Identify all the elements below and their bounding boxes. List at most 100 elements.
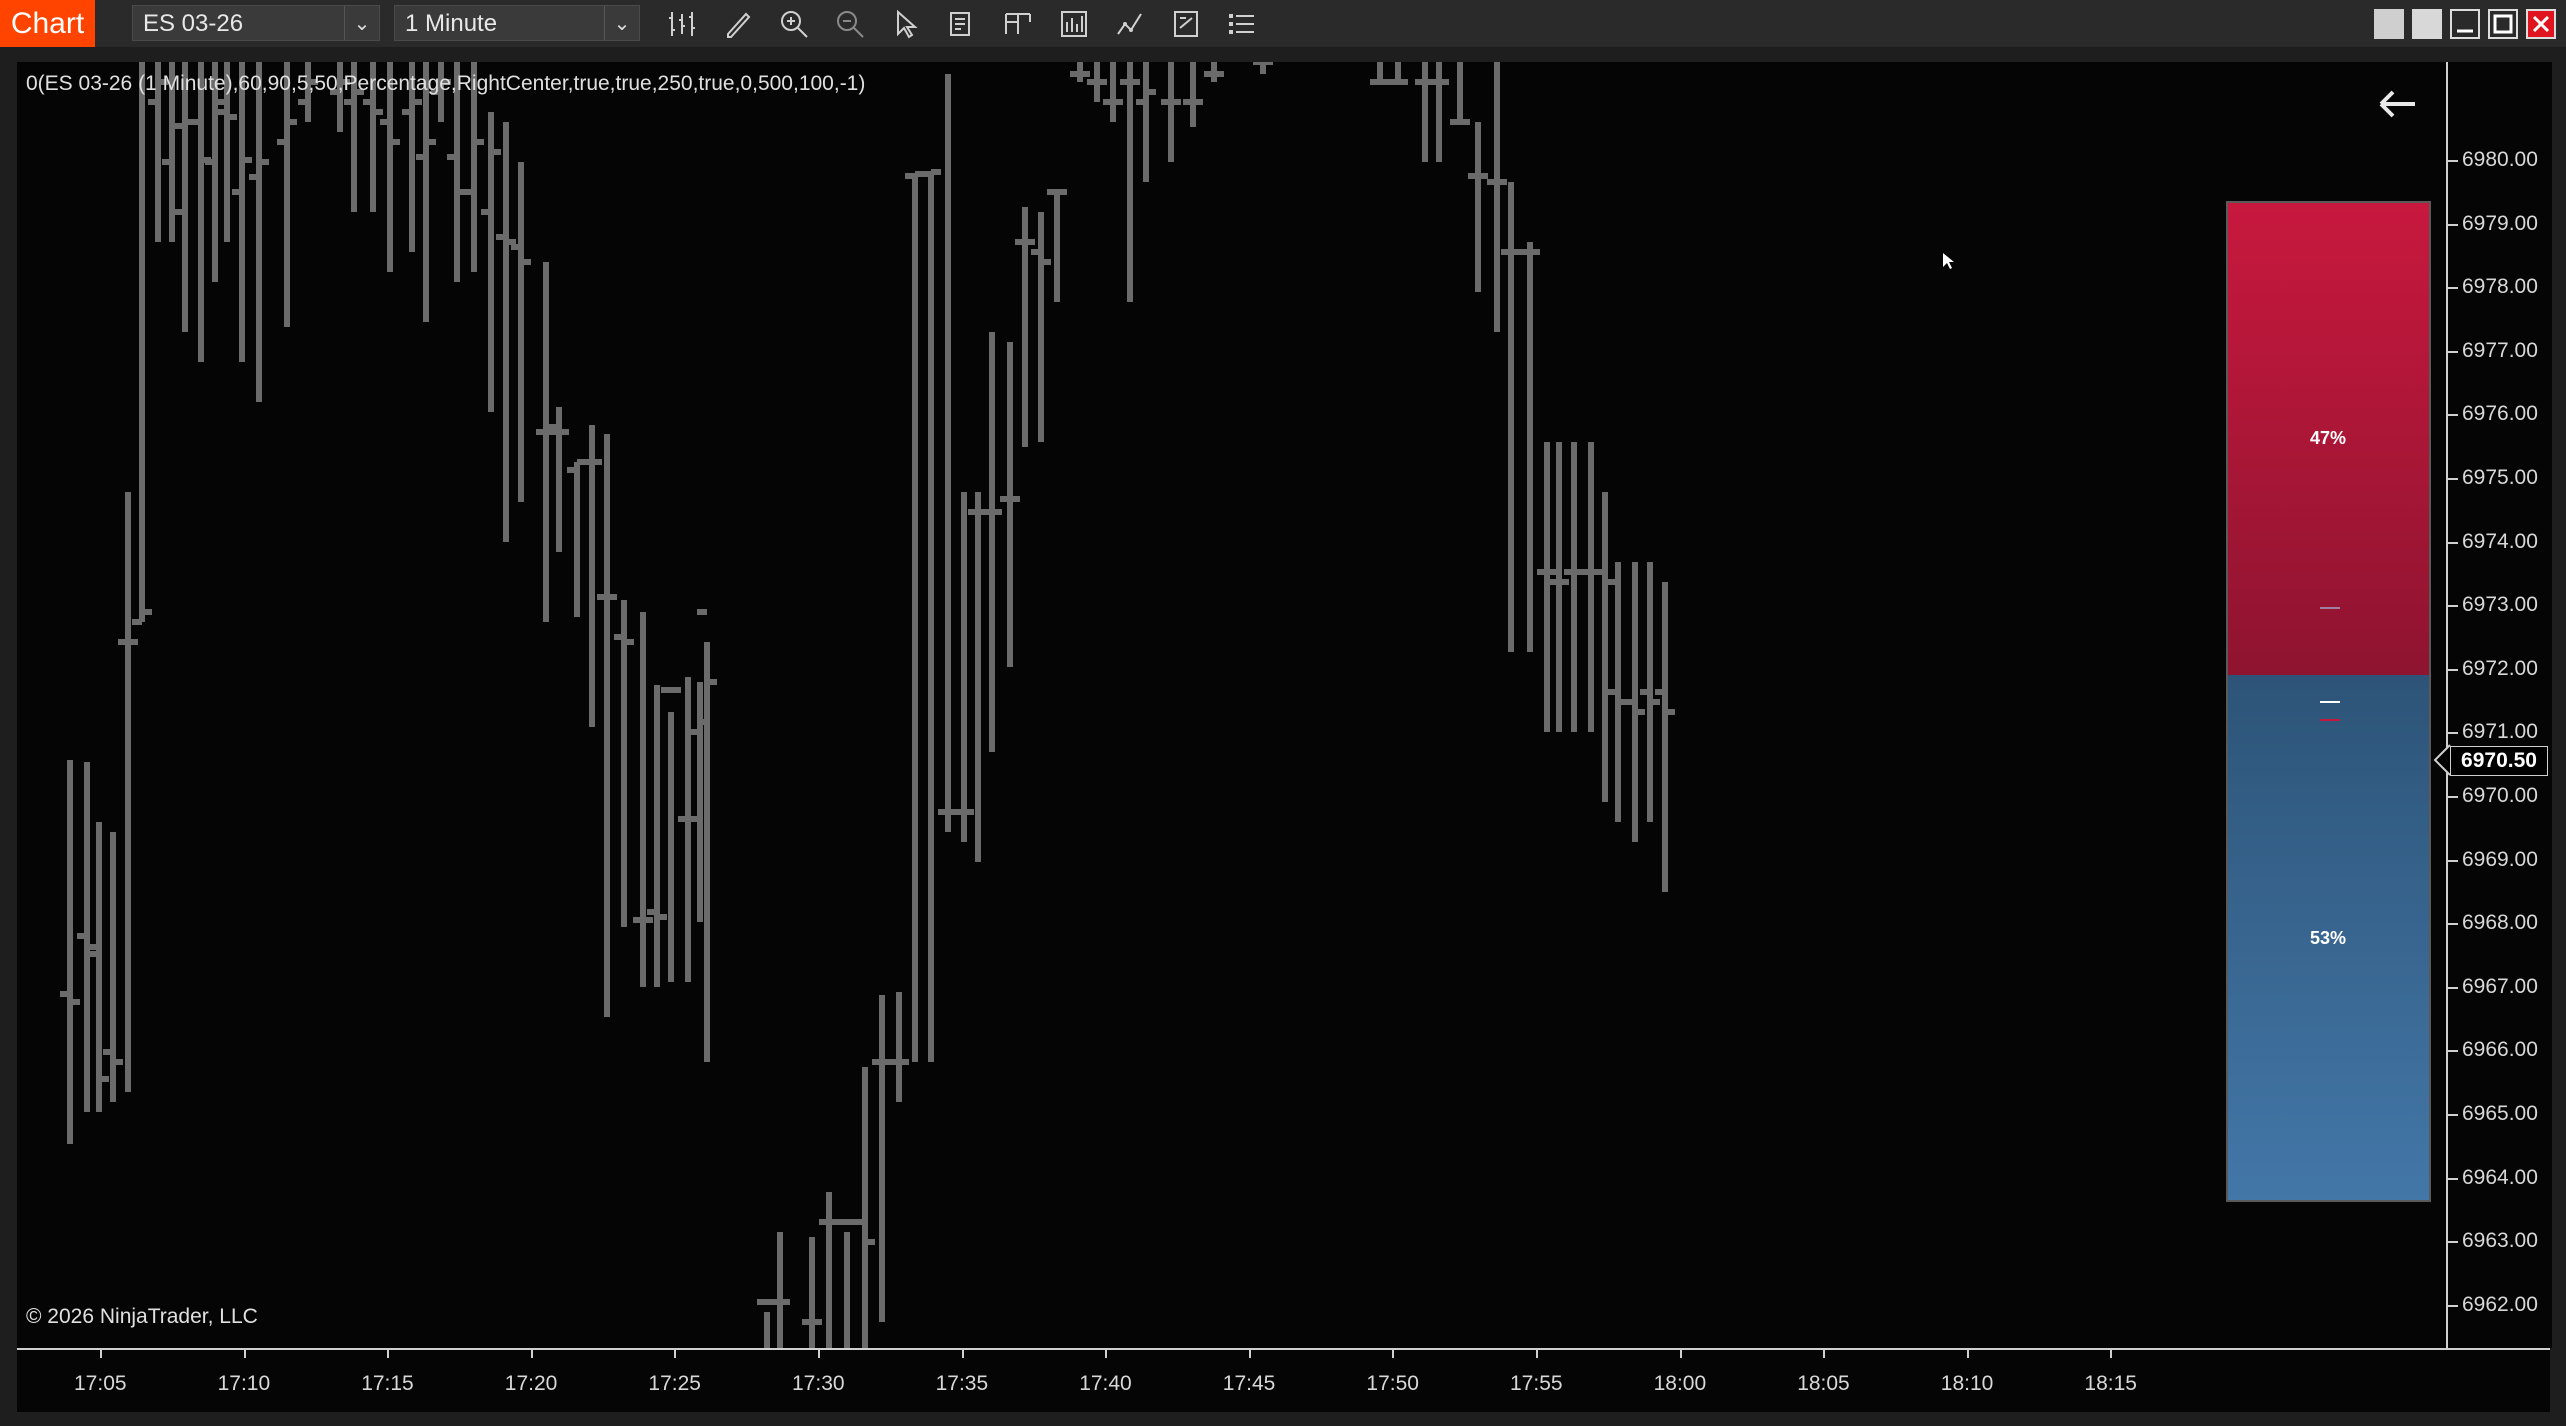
time-tick-label: 17:55 <box>1510 1372 1563 1395</box>
time-tick-label: 17:15 <box>361 1372 414 1395</box>
chart-properties-icon[interactable] <box>946 8 978 40</box>
price-tick-label: 6972.00 <box>2462 656 2538 680</box>
instrument-selector[interactable]: ES 03-26 ⌄ <box>132 5 380 41</box>
price-tick-mark <box>2448 923 2458 926</box>
current-price-marker: 6970.50 <box>2450 746 2548 776</box>
zoom-in-icon[interactable] <box>778 8 810 40</box>
price-tick-mark <box>2448 414 2458 417</box>
time-tick-label: 17:50 <box>1366 1372 1419 1395</box>
price-tick-label: 6970.00 <box>2462 784 2538 807</box>
indicator-icon[interactable] <box>1114 8 1146 40</box>
price-tick-mark <box>2448 1177 2458 1180</box>
price-chart-panel[interactable] <box>17 62 2446 1348</box>
time-tick-label: 17:20 <box>504 1372 558 1395</box>
time-tick-label: 17:05 <box>74 1372 127 1395</box>
data-box-icon[interactable] <box>1002 8 1034 40</box>
interval-value: 1 Minute <box>405 10 498 37</box>
price-tick-label: 6967.00 <box>2462 974 2538 998</box>
time-tick-mark <box>818 1348 820 1358</box>
time-tick-mark <box>1392 1348 1395 1358</box>
price-tick-mark <box>2448 478 2458 480</box>
price-tick-label: 6974.00 <box>2462 529 2538 553</box>
window-frame <box>0 1410 2566 1426</box>
time-tick-mark <box>674 1348 677 1358</box>
price-tick-mark <box>2448 541 2458 544</box>
price-tick-mark <box>2448 796 2458 798</box>
time-tick-mark <box>530 1348 533 1358</box>
price-tick-mark <box>2448 986 2458 989</box>
time-tick-label: 18:10 <box>1940 1372 1994 1395</box>
price-tick-label: 6973.00 <box>2462 593 2538 617</box>
time-tick-label: 18:00 <box>1653 1372 1707 1395</box>
price-tick-label: 6962.00 <box>2462 1292 2538 1316</box>
price-tick-mark <box>2448 605 2458 608</box>
pointer-icon[interactable] <box>890 8 922 40</box>
price-tick-mark <box>2448 160 2458 162</box>
templates-icon[interactable] <box>1170 8 1202 40</box>
interval-selector[interactable]: 1 Minute ⌄ <box>394 5 640 41</box>
time-tick-mark <box>1966 1348 1969 1358</box>
time-tick-label: 17:30 <box>792 1372 845 1395</box>
price-tick-mark <box>2448 1114 2458 1116</box>
price-tick-label: 6980.00 <box>2462 148 2538 171</box>
price-tick-mark <box>2448 1241 2458 1244</box>
time-tick-label: 17:25 <box>648 1372 701 1395</box>
price-tick-mark <box>2448 732 2458 735</box>
price-tick-label: 6964.00 <box>2462 1165 2538 1189</box>
time-tick-mark <box>243 1348 246 1358</box>
time-tick-label: 17:35 <box>935 1372 989 1395</box>
instrument-value: ES 03-26 <box>143 10 244 37</box>
price-tick-mark <box>2448 859 2458 862</box>
minimize-icon[interactable] <box>2450 9 2480 39</box>
close-icon[interactable] <box>2526 9 2556 39</box>
chart-toolbar: Chart ES 03-26 ⌄ 1 Minute ⌄ <box>0 0 2566 48</box>
price-tick-mark <box>2448 223 2458 226</box>
back-arrow-icon[interactable] <box>2379 90 2415 118</box>
price-tick-label: 6977.00 <box>2462 338 2538 362</box>
copyright-text: © 2026 NinjaTrader, LLC <box>26 1305 258 1328</box>
tile-left-icon[interactable] <box>2374 9 2404 39</box>
price-tick-mark <box>2448 1304 2458 1307</box>
price-tick-label: 6965.00 <box>2462 1102 2538 1125</box>
time-tick-label: 17:40 <box>1079 1372 1132 1395</box>
price-tick-mark <box>2448 1050 2458 1053</box>
price-axis[interactable] <box>2446 62 2552 1348</box>
time-tick-mark <box>1105 1348 1108 1358</box>
ohlc-bars <box>60 62 2431 1348</box>
window-frame <box>0 47 17 1426</box>
time-tick-mark <box>1248 1348 1251 1358</box>
list-icon[interactable] <box>1226 8 1258 40</box>
price-tick-label: 6968.00 <box>2462 911 2538 935</box>
price-tick-mark <box>2448 287 2458 290</box>
sell-percentage: 47% <box>2310 428 2347 448</box>
window-frame <box>2550 47 2566 1426</box>
time-tick-mark <box>387 1348 390 1358</box>
price-tick-label: 6971.00 <box>2462 720 2538 744</box>
time-tick-mark <box>1536 1348 1538 1358</box>
price-tick-label: 6963.00 <box>2462 1229 2538 1253</box>
strategy-icon[interactable] <box>1058 8 1090 40</box>
time-tick-label: 18:05 <box>1797 1372 1850 1395</box>
price-tick-label: 6975.00 <box>2462 466 2538 489</box>
bar-type-icon[interactable] <box>666 8 698 40</box>
chevron-down-icon[interactable]: ⌄ <box>344 6 379 40</box>
time-tick-label: 17:10 <box>217 1372 271 1395</box>
price-tick-label: 6978.00 <box>2462 275 2538 299</box>
price-tick-label: 6979.00 <box>2462 211 2538 235</box>
time-tick-mark <box>1679 1348 1682 1358</box>
chart-tab[interactable]: Chart <box>0 0 95 47</box>
price-tick-label: 6976.00 <box>2462 402 2538 426</box>
time-tick-label: 17:45 <box>1222 1372 1276 1395</box>
mouse-cursor-icon <box>1943 253 1954 269</box>
time-tick-mark <box>2110 1348 2113 1358</box>
indicator-label: 0(ES 03-26 (1 Minute),60,90,5,50,Percent… <box>26 72 866 95</box>
price-tick-mark <box>2448 350 2458 353</box>
maximize-icon[interactable] <box>2488 9 2518 39</box>
time-tick-label: 18:15 <box>2084 1372 2137 1395</box>
draw-tool-icon[interactable] <box>722 8 754 40</box>
buy-percentage: 53% <box>2310 928 2347 948</box>
chevron-down-icon[interactable]: ⌄ <box>604 6 639 40</box>
zoom-out-icon[interactable] <box>834 8 866 40</box>
price-tick-label: 6969.00 <box>2462 847 2538 871</box>
tile-right-icon[interactable] <box>2412 9 2442 39</box>
